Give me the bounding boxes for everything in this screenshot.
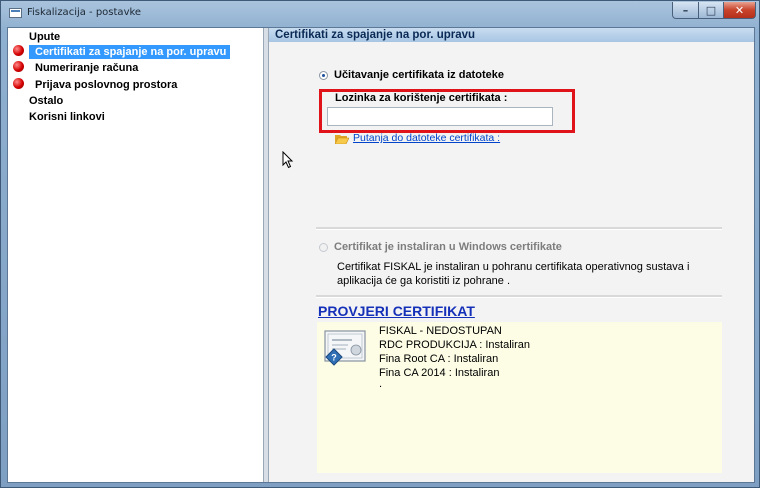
windows-certificate-radio[interactable] bbox=[319, 243, 328, 252]
title-bar[interactable]: Fiskalizacija - postavke – □ ✕ bbox=[1, 1, 759, 27]
settings-panel: Certifikati za spajanje na por. upravu U… bbox=[269, 28, 754, 482]
section-divider bbox=[316, 227, 722, 230]
windows-certificate-label[interactable]: Certifikat je instaliran u Windows certi… bbox=[334, 241, 562, 253]
error-status-icon bbox=[13, 78, 24, 89]
status-line-ca-2014: Fina CA 2014 : Instaliran bbox=[379, 367, 500, 379]
error-status-icon bbox=[13, 61, 24, 72]
client-area: Upute Certifikati za spajanje na por. up… bbox=[7, 27, 755, 483]
certificate-status-box: ? FISKAL - NEDOSTUPAN RDC PRODUKCIJA : I… bbox=[317, 322, 722, 473]
maximize-icon: □ bbox=[705, 3, 717, 17]
section-divider bbox=[316, 295, 722, 298]
verify-certificate-link[interactable]: PROVJERI CERTIFIKAT bbox=[318, 303, 475, 319]
status-line-fiskal: FISKAL - NEDOSTUPAN bbox=[379, 325, 502, 337]
window-title: Fiskalizacija - postavke bbox=[27, 7, 142, 18]
settings-tree[interactable]: Upute Certifikati za spajanje na por. up… bbox=[8, 28, 263, 482]
status-line-rdc: RDC PRODUKCIJA : Instaliran bbox=[379, 339, 530, 351]
app-window: Fiskalizacija - postavke – □ ✕ Upute Cer… bbox=[0, 0, 760, 488]
tree-item-certifikati[interactable]: Certifikati za spajanje na por. upravu bbox=[29, 45, 231, 59]
panel-header: Certifikati za spajanje na por. upravu bbox=[269, 28, 754, 42]
tree-item-numeriranje[interactable]: Numeriranje računa bbox=[35, 61, 142, 75]
tree-item-upute[interactable]: Upute bbox=[29, 30, 64, 44]
close-button[interactable]: ✕ bbox=[723, 2, 756, 19]
tree-item-prijava-prostora[interactable]: Prijava poslovnog prostora bbox=[35, 78, 181, 92]
certificate-icon: ? bbox=[324, 330, 366, 366]
minimize-button[interactable]: – bbox=[672, 2, 699, 19]
certificate-file-path-link[interactable]: Putanja do datoteke certifikata : bbox=[353, 132, 500, 144]
minimize-icon: – bbox=[682, 3, 689, 17]
svg-text:?: ? bbox=[331, 353, 337, 363]
folder-open-icon[interactable] bbox=[335, 134, 349, 144]
status-line-root-ca: Fina Root CA : Instaliran bbox=[379, 353, 499, 365]
mouse-cursor-icon bbox=[282, 151, 294, 169]
maximize-button[interactable]: □ bbox=[698, 2, 724, 19]
load-from-file-label[interactable]: Učitavanje certifikata iz datoteke bbox=[334, 69, 504, 81]
tree-item-korisni-linkovi[interactable]: Korisni linkovi bbox=[29, 110, 109, 124]
load-from-file-radio[interactable] bbox=[319, 71, 328, 80]
close-icon: ✕ bbox=[734, 3, 745, 17]
highlight-frame bbox=[319, 89, 575, 133]
tree-item-ostalo[interactable]: Ostalo bbox=[29, 94, 67, 108]
app-window-icon bbox=[9, 8, 22, 18]
windows-certificate-description: Certifikat FISKAL je instaliran u pohran… bbox=[337, 261, 690, 287]
status-line-trailing: . bbox=[379, 378, 383, 390]
error-status-icon bbox=[13, 45, 24, 56]
